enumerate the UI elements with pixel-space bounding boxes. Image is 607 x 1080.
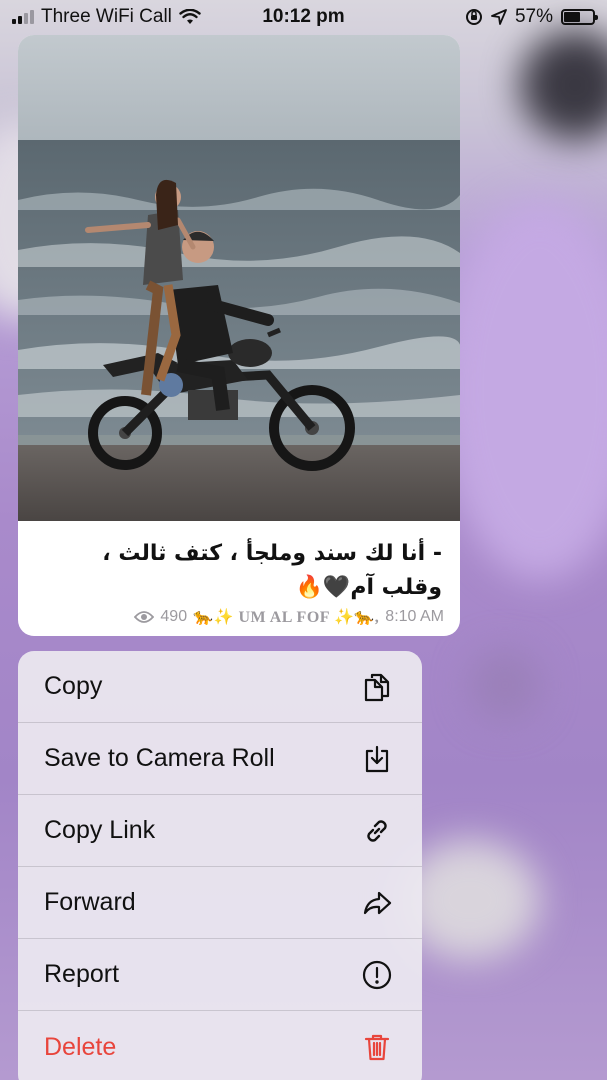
status-right: 57% [465, 6, 598, 28]
caption-line-2: وقلب آم🖤🔥 [295, 575, 442, 600]
rotation-lock-icon [465, 9, 482, 25]
menu-copy-link-label: Copy Link [44, 816, 156, 844]
forward-arrow-icon [360, 886, 394, 920]
location-arrow-icon [491, 9, 507, 25]
context-menu: Copy Save to Camera Roll Copy Link Forwa… [18, 651, 422, 1080]
battery-icon [561, 9, 598, 25]
menu-forward[interactable]: Forward [18, 867, 422, 939]
status-left: Three WiFi Call [12, 6, 201, 28]
blurred-avatar-2 [470, 650, 540, 720]
menu-save-to-camera-roll[interactable]: Save to Camera Roll [18, 723, 422, 795]
status-bar: Three WiFi Call 10:12 pm 57% [0, 0, 607, 34]
battery-percent: 57% [514, 6, 553, 27]
trash-icon [360, 1030, 394, 1064]
eye-icon [134, 611, 155, 623]
save-download-icon [360, 742, 394, 776]
menu-report-label: Report [44, 960, 120, 988]
battery-fill [564, 12, 580, 22]
menu-delete-label: Delete [44, 1032, 117, 1061]
message-meta: 490 🐆✨ UM AL FOF ✨🐆, 8:10 AM [134, 607, 444, 627]
menu-save-label: Save to Camera Roll [44, 744, 275, 772]
menu-delete[interactable]: Delete [18, 1011, 422, 1080]
message-photo[interactable] [18, 35, 460, 521]
copy-icon [360, 670, 394, 704]
link-icon [360, 814, 394, 848]
blurred-bubble-right [440, 200, 607, 580]
cell-signal-icon [12, 10, 34, 24]
message-time: 8:10 AM [385, 608, 444, 625]
wifi-icon [179, 9, 201, 24]
blurred-avatar [520, 30, 607, 140]
menu-copy[interactable]: Copy [18, 651, 422, 723]
menu-report[interactable]: Report [18, 939, 422, 1011]
menu-forward-label: Forward [44, 888, 136, 916]
exclamation-circle-icon [360, 958, 394, 992]
message-bubble[interactable]: - أنا لك سند وملجأ ، كتف ثالث ، وقلب آم🖤… [18, 35, 460, 636]
status-time: 10:12 pm [262, 6, 345, 27]
menu-copy-label: Copy [44, 672, 103, 700]
menu-copy-link[interactable]: Copy Link [18, 795, 422, 867]
view-count: 490 [160, 608, 188, 625]
caption-line-1: - أنا لك سند وملجأ ، كتف ثالث ، [102, 541, 442, 566]
channel-name: 🐆✨ UM AL FOF ✨🐆, [193, 609, 380, 626]
carrier-name: Three WiFi Call [41, 6, 172, 27]
message-caption[interactable]: - أنا لك سند وملجأ ، كتف ثالث ، وقلب آم🖤… [18, 521, 460, 605]
